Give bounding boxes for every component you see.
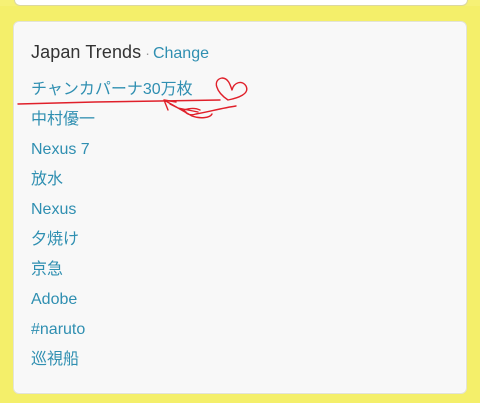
header-separator: · <box>145 45 150 61</box>
trends-title: Japan Trends <box>31 42 142 62</box>
trend-link-7[interactable]: 京急 <box>31 260 193 290</box>
trend-link-2[interactable]: 中村優一 <box>31 110 193 140</box>
trend-link-9[interactable]: #naruto <box>31 320 193 350</box>
trend-link-1[interactable]: チャンカパーナ30万枚 <box>31 80 193 110</box>
previous-panel-edge <box>14 0 468 6</box>
trend-link-10[interactable]: 巡視船 <box>31 350 193 380</box>
trends-header: Japan Trends · Change <box>31 42 209 66</box>
trend-list: チャンカパーナ30万枚 中村優一 Nexus 7 放水 Nexus 夕焼け 京急… <box>31 80 193 380</box>
trend-link-5[interactable]: Nexus <box>31 200 193 230</box>
trend-link-3[interactable]: Nexus 7 <box>31 140 193 170</box>
change-location-link[interactable]: Change <box>153 45 209 62</box>
trend-link-8[interactable]: Adobe <box>31 290 193 320</box>
trend-link-4[interactable]: 放水 <box>31 170 193 200</box>
trend-link-6[interactable]: 夕焼け <box>31 230 193 260</box>
trends-panel: Japan Trends · Change チャンカパーナ30万枚 中村優一 Nex… <box>13 21 467 394</box>
